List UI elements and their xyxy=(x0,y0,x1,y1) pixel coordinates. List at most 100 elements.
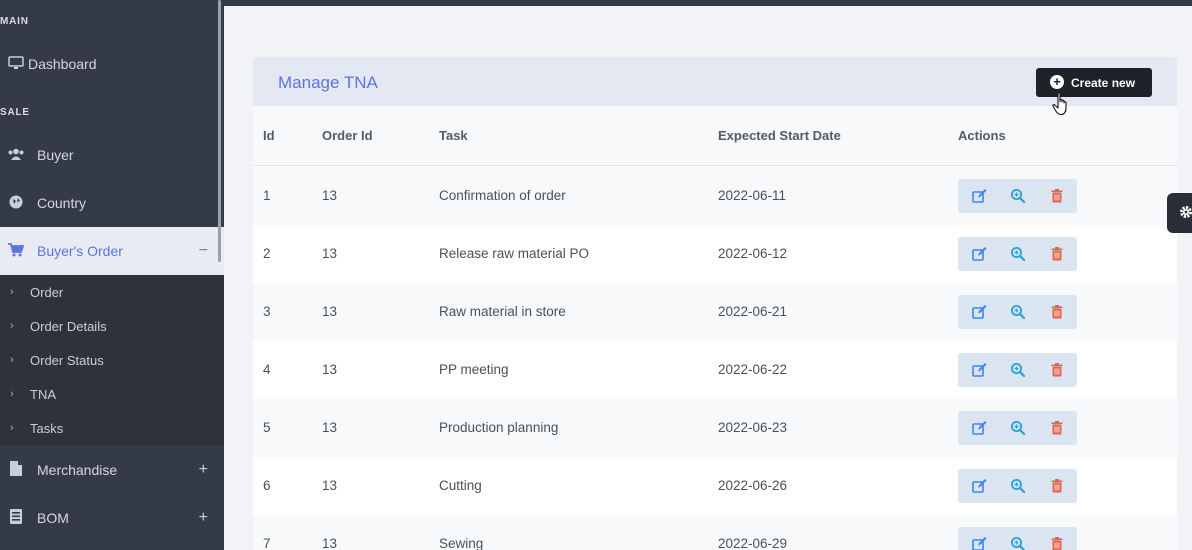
sidebar-item-merchandise[interactable]: Merchandise + xyxy=(0,446,224,494)
submenu-item-label: Order xyxy=(30,284,64,300)
cell-task: Sewing xyxy=(439,536,484,550)
row-actions xyxy=(958,353,1077,387)
table-row: 5 13 Production planning 2022-06-23 xyxy=(253,399,1177,457)
submenu-item-order[interactable]: › Order xyxy=(0,275,224,309)
globe-icon xyxy=(6,195,26,212)
row-actions xyxy=(958,527,1077,550)
trash-icon[interactable] xyxy=(1048,303,1066,321)
sidebar-item-label: Buyer's Order xyxy=(37,243,123,259)
cell-expected-start-date: 2022-06-29 xyxy=(718,536,788,550)
submenu-item-label: Order Details xyxy=(30,318,107,334)
chevron-right-icon: › xyxy=(10,422,14,434)
gear-icon xyxy=(1179,205,1192,224)
trash-icon[interactable] xyxy=(1048,535,1066,550)
sidebar-item-buyers-order[interactable]: Buyer's Order − xyxy=(0,227,224,275)
submenu-item-tna[interactable]: › TNA xyxy=(0,377,224,411)
sidebar-item-label: BOM xyxy=(37,510,69,526)
column-header-expected-start-date[interactable]: Expected Start Date xyxy=(718,128,841,143)
chevron-right-icon: › xyxy=(10,388,14,400)
row-actions xyxy=(958,295,1077,329)
table-row: 3 13 Raw material in store 2022-06-21 xyxy=(253,283,1177,341)
chevron-right-icon: › xyxy=(10,354,14,366)
trash-icon[interactable] xyxy=(1048,361,1066,379)
plus-circle-icon: + xyxy=(1050,75,1064,89)
row-actions xyxy=(958,179,1077,213)
sidebar-item-label: Buyer xyxy=(37,147,74,163)
chevron-right-icon: › xyxy=(10,320,14,332)
cell-id: 3 xyxy=(263,304,271,319)
sidebar-item-country[interactable]: Country xyxy=(0,179,224,227)
sidebar-item-bom[interactable]: BOM + xyxy=(0,494,224,542)
cell-order-id: 13 xyxy=(322,362,338,377)
edit-icon[interactable] xyxy=(970,245,988,263)
table-row: 4 13 PP meeting 2022-06-22 xyxy=(253,341,1177,399)
cell-task: Cutting xyxy=(439,478,482,493)
cell-order-id: 13 xyxy=(322,304,338,319)
edit-icon[interactable] xyxy=(970,535,988,550)
cell-order-id: 13 xyxy=(322,536,338,550)
cell-expected-start-date: 2022-06-22 xyxy=(718,362,788,377)
page-title: Manage TNA xyxy=(278,73,378,92)
sidebar-item-dashboard[interactable]: Dashboard xyxy=(0,40,224,88)
tna-card: Manage TNA + Create new Id Order Id Task… xyxy=(253,57,1177,550)
zoom-icon[interactable] xyxy=(1009,535,1027,550)
card-header: Manage TNA + Create new xyxy=(253,57,1177,106)
cell-id: 2 xyxy=(263,246,271,261)
cell-expected-start-date: 2022-06-23 xyxy=(718,420,788,435)
table-row: 6 13 Cutting 2022-06-26 xyxy=(253,457,1177,515)
hand-cursor-icon xyxy=(1052,92,1072,116)
row-actions xyxy=(958,237,1077,271)
column-header-id[interactable]: Id xyxy=(263,128,275,143)
sidebar: MAIN Dashboard SALE Buyer Country Buyer'… xyxy=(0,0,224,550)
trash-icon[interactable] xyxy=(1048,419,1066,437)
list-icon xyxy=(6,509,26,527)
submenu-item-order-status[interactable]: › Order Status xyxy=(0,343,224,377)
edit-icon[interactable] xyxy=(970,187,988,205)
zoom-icon[interactable] xyxy=(1009,187,1027,205)
column-header-task[interactable]: Task xyxy=(439,128,468,143)
table-row: 2 13 Release raw material PO 2022-06-12 xyxy=(253,225,1177,283)
collapse-icon[interactable]: − xyxy=(199,242,208,260)
column-header-order-id[interactable]: Order Id xyxy=(322,128,373,143)
cell-order-id: 13 xyxy=(322,420,338,435)
cell-task: Release raw material PO xyxy=(439,246,590,261)
edit-icon[interactable] xyxy=(970,361,988,379)
users-icon xyxy=(6,147,26,163)
sidebar-item-label: Merchandise xyxy=(37,462,118,478)
cell-order-id: 13 xyxy=(322,246,338,261)
submenu-item-label: Order Status xyxy=(30,352,104,368)
cell-expected-start-date: 2022-06-26 xyxy=(718,478,788,493)
cell-order-id: 13 xyxy=(322,188,338,203)
trash-icon[interactable] xyxy=(1048,477,1066,495)
zoom-icon[interactable] xyxy=(1009,419,1027,437)
monitor-icon xyxy=(6,55,26,73)
table-row: 7 13 Sewing 2022-06-29 xyxy=(253,515,1177,550)
buyers-order-submenu: › Order › Order Details › Order Status ›… xyxy=(0,275,224,445)
create-new-label: Create new xyxy=(1071,75,1136,90)
settings-toggle[interactable] xyxy=(1167,193,1192,233)
expand-icon[interactable]: + xyxy=(199,509,208,527)
trash-icon[interactable] xyxy=(1048,245,1066,263)
submenu-item-order-details[interactable]: › Order Details xyxy=(0,309,224,343)
edit-icon[interactable] xyxy=(970,303,988,321)
submenu-item-label: TNA xyxy=(30,386,56,402)
zoom-icon[interactable] xyxy=(1009,303,1027,321)
column-header-actions: Actions xyxy=(958,128,1006,143)
zoom-icon[interactable] xyxy=(1009,245,1027,263)
submenu-item-tasks[interactable]: › Tasks xyxy=(0,411,224,445)
trash-icon[interactable] xyxy=(1048,187,1066,205)
cell-id: 1 xyxy=(263,188,271,203)
cell-task: Raw material in store xyxy=(439,304,566,319)
cell-id: 4 xyxy=(263,362,271,377)
cell-task: PP meeting xyxy=(439,362,509,377)
edit-icon[interactable] xyxy=(970,477,988,495)
sidebar-item-buyer[interactable]: Buyer xyxy=(0,131,224,179)
cell-task: Confirmation of order xyxy=(439,188,566,203)
row-actions xyxy=(958,411,1077,445)
cell-task: Production planning xyxy=(439,420,559,435)
zoom-icon[interactable] xyxy=(1009,361,1027,379)
sidebar-item-label: Country xyxy=(37,195,87,211)
edit-icon[interactable] xyxy=(970,419,988,437)
zoom-icon[interactable] xyxy=(1009,477,1027,495)
expand-icon[interactable]: + xyxy=(199,461,208,479)
